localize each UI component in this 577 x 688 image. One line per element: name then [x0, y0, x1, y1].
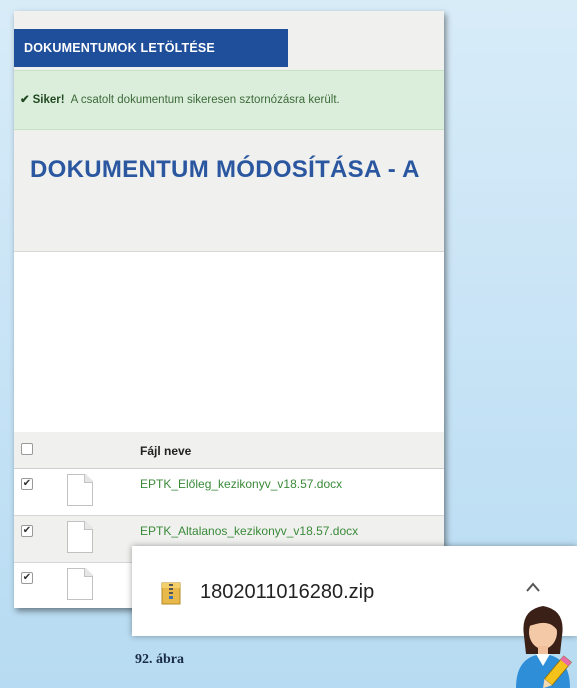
content-area [14, 251, 444, 433]
page-title: DOKUMENTUM MÓDOSÍTÁSA - A [30, 156, 420, 183]
zip-folder-icon [161, 582, 181, 605]
check-icon: ✔ [20, 94, 30, 106]
user-avatar-icon [516, 606, 572, 688]
download-documents-button[interactable]: DOKUMENTUMOK LETÖLTÉSE [14, 29, 288, 67]
success-alert-text: ✔ Siker! A csatolt dokumentum sikeresen sz… [20, 92, 340, 106]
document-icon [67, 521, 93, 553]
row-checkbox[interactable]: ✔ [21, 478, 33, 490]
file-name-link[interactable]: EPTK_Altalanos_kezikonyv_v18.57.docx [140, 524, 358, 538]
document-icon [67, 474, 93, 506]
table-header: Fájl neve [14, 432, 444, 469]
downloaded-file-name: 1802011016280.zip [200, 581, 375, 603]
chevron-up-icon[interactable] [524, 580, 542, 594]
figure-caption: 92. ábra [135, 652, 184, 667]
file-name-link[interactable]: EPTK_Előleg_kezikonyv_v18.57.docx [140, 477, 342, 491]
select-all-checkbox[interactable] [21, 443, 33, 455]
success-alert-title: Siker! [32, 94, 65, 106]
table-row: ✔ EPTK_Előleg_kezikonyv_v18.57.docx [14, 469, 444, 516]
success-alert: ✔ Siker! A csatolt dokumentum sikeresen sz… [14, 70, 444, 130]
document-panel: DOKUMENTUMOK LETÖLTÉSE ✔ Siker! A csatolt … [14, 11, 444, 608]
document-icon [67, 568, 93, 600]
column-header-filename: Fájl neve [140, 444, 192, 458]
row-checkbox[interactable]: ✔ [21, 572, 33, 584]
success-alert-message: A csatolt dokumentum sikeresen sztornózá… [70, 94, 340, 106]
row-checkbox[interactable]: ✔ [21, 525, 33, 537]
